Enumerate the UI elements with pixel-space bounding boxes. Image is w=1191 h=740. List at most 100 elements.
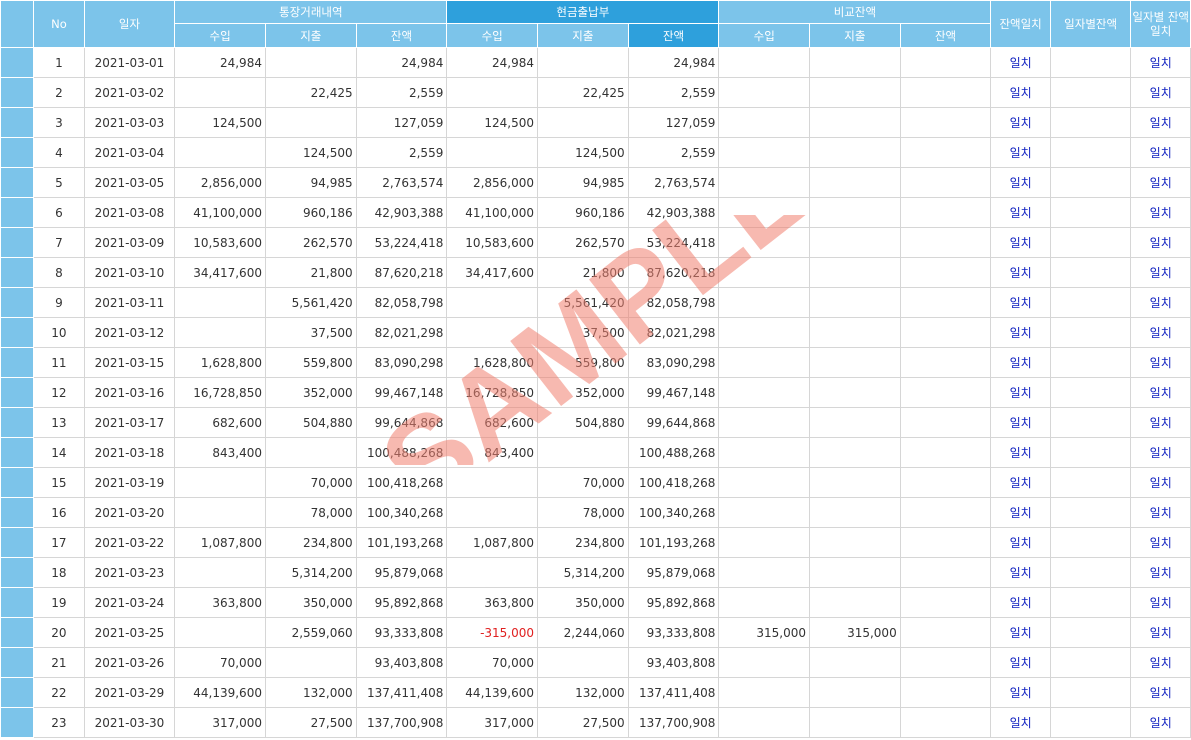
cell-bank-income[interactable]: 363,800 <box>174 587 266 618</box>
cell-bank-balance[interactable]: 100,418,268 <box>356 467 448 498</box>
cell-cash-balance[interactable]: 100,340,268 <box>628 497 720 528</box>
cell-cash-balance[interactable]: 42,903,388 <box>628 197 720 228</box>
cell-no[interactable]: 9 <box>33 287 85 318</box>
cell-no[interactable]: 4 <box>33 137 85 168</box>
cell-bank-balance[interactable]: 93,403,808 <box>356 647 448 678</box>
table-row[interactable]: 9 2021-03-11 5,561,420 82,058,798 5,561,420 8… <box>0 287 1191 318</box>
cell-cash-balance[interactable]: 100,418,268 <box>628 467 720 498</box>
cell-no[interactable]: 2 <box>33 77 85 108</box>
cell-daily-balance[interactable] <box>1050 527 1132 558</box>
cell-daily-balance[interactable] <box>1050 557 1132 588</box>
cell-daily-match[interactable]: 일치 <box>1130 287 1191 318</box>
cell-cash-balance[interactable]: 2,763,574 <box>628 167 720 198</box>
cell-cash-expense[interactable]: 37,500 <box>537 317 629 348</box>
cell-diff-balance[interactable] <box>900 347 992 378</box>
cell-daily-match[interactable]: 일치 <box>1130 587 1191 618</box>
cell-bank-income[interactable]: 41,100,000 <box>174 197 266 228</box>
cell-date[interactable]: 2021-03-08 <box>84 197 176 228</box>
cell-cash-income[interactable]: -315,000 <box>446 617 539 648</box>
cell-cash-balance[interactable]: 100,488,268 <box>628 437 720 468</box>
cell-daily-balance[interactable] <box>1050 227 1132 258</box>
cell-diff-balance[interactable] <box>900 647 992 678</box>
cell-bank-balance[interactable]: 95,879,068 <box>356 557 448 588</box>
cell-diff-balance[interactable] <box>900 47 992 78</box>
cell-bank-expense[interactable]: 559,800 <box>265 347 357 378</box>
cell-daily-balance[interactable] <box>1050 497 1132 528</box>
cell-bank-income[interactable] <box>174 557 266 588</box>
cell-diff-expense[interactable] <box>809 467 901 498</box>
cell-no[interactable]: 3 <box>33 107 85 138</box>
cell-cash-balance[interactable]: 95,892,868 <box>628 587 720 618</box>
cell-diff-income[interactable] <box>718 257 811 288</box>
cell-no[interactable]: 1 <box>33 47 85 78</box>
cell-bank-balance[interactable]: 137,700,908 <box>356 707 448 738</box>
cell-date[interactable]: 2021-03-11 <box>84 287 176 318</box>
table-row[interactable]: 18 2021-03-23 5,314,200 95,879,068 5,314,200… <box>0 557 1191 588</box>
cell-balance-match[interactable]: 일치 <box>990 407 1051 438</box>
cell-no[interactable]: 16 <box>33 497 85 528</box>
cell-daily-match[interactable]: 일치 <box>1130 647 1191 678</box>
row-selector[interactable] <box>0 647 35 678</box>
cell-balance-match[interactable]: 일치 <box>990 467 1051 498</box>
row-selector[interactable] <box>0 407 35 438</box>
cell-bank-income[interactable]: 34,417,600 <box>174 257 266 288</box>
cell-cash-income[interactable] <box>446 497 539 528</box>
cell-cash-income[interactable] <box>446 77 539 108</box>
cell-diff-balance[interactable] <box>900 317 992 348</box>
cell-diff-expense[interactable] <box>809 677 901 708</box>
cell-bank-expense[interactable]: 5,561,420 <box>265 287 357 318</box>
row-selector[interactable] <box>0 107 35 138</box>
cell-daily-balance[interactable] <box>1050 707 1132 738</box>
cell-daily-match[interactable]: 일치 <box>1130 707 1191 738</box>
cell-cash-income[interactable] <box>446 137 539 168</box>
row-selector[interactable] <box>0 677 35 708</box>
cell-cash-expense[interactable] <box>537 647 629 678</box>
cell-no[interactable]: 22 <box>33 677 85 708</box>
cell-diff-expense[interactable] <box>809 47 901 78</box>
cell-balance-match[interactable]: 일치 <box>990 647 1051 678</box>
cell-daily-balance[interactable] <box>1050 137 1132 168</box>
cell-balance-match[interactable]: 일치 <box>990 47 1051 78</box>
row-selector[interactable] <box>0 587 35 618</box>
cell-cash-income[interactable]: 24,984 <box>446 47 539 78</box>
cell-diff-balance[interactable] <box>900 497 992 528</box>
cell-date[interactable]: 2021-03-12 <box>84 317 176 348</box>
row-selector[interactable] <box>0 437 35 468</box>
cell-diff-expense[interactable] <box>809 647 901 678</box>
col-header-cash-income[interactable]: 수입 <box>446 23 539 48</box>
row-selector[interactable] <box>0 707 35 738</box>
row-selector[interactable] <box>0 317 35 348</box>
cell-cash-balance[interactable]: 95,879,068 <box>628 557 720 588</box>
cell-diff-expense[interactable] <box>809 257 901 288</box>
col-header-diff-income[interactable]: 수입 <box>718 23 811 48</box>
cell-cash-balance[interactable]: 99,467,148 <box>628 377 720 408</box>
cell-diff-income[interactable] <box>718 437 811 468</box>
group-header-diff[interactable]: 비교잔액 <box>718 0 992 24</box>
cell-diff-balance[interactable] <box>900 677 992 708</box>
cell-daily-match[interactable]: 일치 <box>1130 77 1191 108</box>
cell-daily-match[interactable]: 일치 <box>1130 317 1191 348</box>
cell-diff-expense[interactable] <box>809 557 901 588</box>
cell-diff-income[interactable] <box>718 107 811 138</box>
cell-daily-match[interactable]: 일치 <box>1130 497 1191 528</box>
cell-no[interactable]: 15 <box>33 467 85 498</box>
cell-cash-expense[interactable]: 78,000 <box>537 497 629 528</box>
cell-bank-income[interactable] <box>174 497 266 528</box>
row-selector[interactable] <box>0 617 35 648</box>
cell-daily-balance[interactable] <box>1050 47 1132 78</box>
cell-diff-expense[interactable] <box>809 167 901 198</box>
cell-daily-balance[interactable] <box>1050 197 1132 228</box>
cell-cash-expense[interactable]: 234,800 <box>537 527 629 558</box>
cell-bank-expense[interactable]: 352,000 <box>265 377 357 408</box>
cell-diff-balance[interactable] <box>900 407 992 438</box>
cell-date[interactable]: 2021-03-26 <box>84 647 176 678</box>
cell-bank-expense[interactable]: 132,000 <box>265 677 357 708</box>
cell-diff-balance[interactable] <box>900 617 992 648</box>
cell-cash-balance[interactable]: 93,333,808 <box>628 617 720 648</box>
cell-date[interactable]: 2021-03-10 <box>84 257 176 288</box>
row-selector[interactable] <box>0 347 35 378</box>
cell-bank-expense[interactable]: 504,880 <box>265 407 357 438</box>
cell-cash-income[interactable]: 41,100,000 <box>446 197 539 228</box>
cell-cash-expense[interactable]: 70,000 <box>537 467 629 498</box>
cell-diff-balance[interactable] <box>900 107 992 138</box>
